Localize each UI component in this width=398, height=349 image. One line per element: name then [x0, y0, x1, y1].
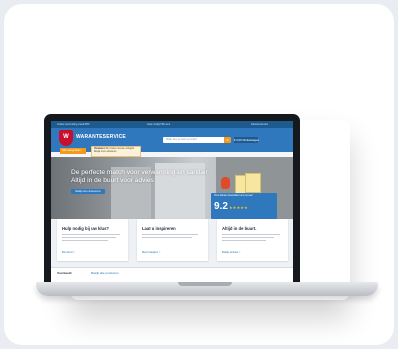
document-icon — [245, 173, 261, 193]
site-topbar: Gratis verzending vanaf €50 Hulp nodig? … — [51, 121, 293, 128]
card-title: Altijd in de buurt. — [222, 226, 257, 231]
card-text-line — [222, 237, 274, 239]
site-logo-text[interactable]: WARANTESERVICE — [76, 134, 126, 140]
footer-link[interactable]: Bekijk alle producten — [91, 271, 119, 275]
card-link[interactable]: Meer bekijken > — [142, 251, 160, 254]
rating-label: Onze klanten beoordelen ons met een — [214, 195, 253, 197]
footer-bar: Voorbeeld Bekijk alle producten — [51, 267, 293, 283]
notice-title: Vacatures — [94, 148, 105, 150]
card-link[interactable]: Bel direct > — [62, 251, 75, 254]
site-header: W WARANTESERVICE Waar ben je naar op zoe… — [51, 128, 293, 152]
laptop-screen: Gratis verzending vanaf €50 Hulp nodig? … — [51, 121, 293, 283]
hero-heading-line2: Altijd in de buurt voor advies — [71, 177, 154, 184]
topbar-left-text: Gratis verzending vanaf €50 — [57, 123, 90, 126]
feature-card[interactable]: Laat u inspireren Meer bekijken > — [137, 219, 208, 261]
topbar-mid-text: Hulp nodig? Bel ons — [147, 123, 171, 126]
search-icon[interactable]: ⌕ — [224, 137, 231, 143]
laptop-notch — [178, 282, 232, 286]
search-input[interactable]: Waar ben je naar op zoek? — [163, 137, 225, 143]
card-link[interactable]: Bekijk winkels > — [222, 251, 240, 254]
all-categories-button[interactable]: Alle categorieën — [60, 148, 86, 154]
vacancy-notice[interactable]: Vacatures Wij zoeken nieuwe collega's. B… — [91, 146, 141, 157]
card-text-line — [222, 240, 266, 242]
card-text-line — [142, 237, 192, 239]
feature-card[interactable]: Hulp nodig bij uw klus? Bel direct > — [57, 219, 128, 261]
hero-heading: De perfecte match voor verwarming en san… — [71, 169, 208, 185]
hero-heading-line1: De perfecte match voor verwarming en san… — [71, 169, 208, 176]
footer-left-text: Voorbeeld — [57, 271, 72, 275]
topbar-right-link[interactable]: Klantenservice — [251, 123, 268, 126]
sub-navigation[interactable]: Showroom · Advies · Inspiratie · Contact — [166, 150, 207, 152]
logo-shield-icon[interactable]: W — [59, 130, 73, 146]
feature-cards: Hulp nodig bij uw klus? Bel direct > Laa… — [51, 219, 293, 267]
rating-box[interactable]: Onze klanten beoordelen ons met een 9.2 … — [211, 193, 277, 219]
card-text-line — [62, 240, 108, 242]
rating-stars-icon: ★★★★★ — [229, 205, 248, 210]
card-text-line — [222, 234, 280, 236]
rating-score: 9.2 — [214, 201, 228, 212]
card-title: Laat u inspireren — [142, 226, 176, 231]
card-text-line — [142, 234, 198, 236]
card-text-line — [62, 237, 116, 239]
feature-card[interactable]: Altijd in de buurt. Bekijk winkels > — [217, 219, 288, 261]
card-title: Hulp nodig bij uw klus? — [62, 226, 109, 231]
hero-cta-button[interactable]: Bekijk onze showrooms — [71, 189, 105, 194]
cart-button[interactable]: € 0,00 Winkelwagen — [234, 137, 259, 143]
documents-illustration — [225, 173, 261, 195]
card-text-line — [62, 234, 120, 236]
